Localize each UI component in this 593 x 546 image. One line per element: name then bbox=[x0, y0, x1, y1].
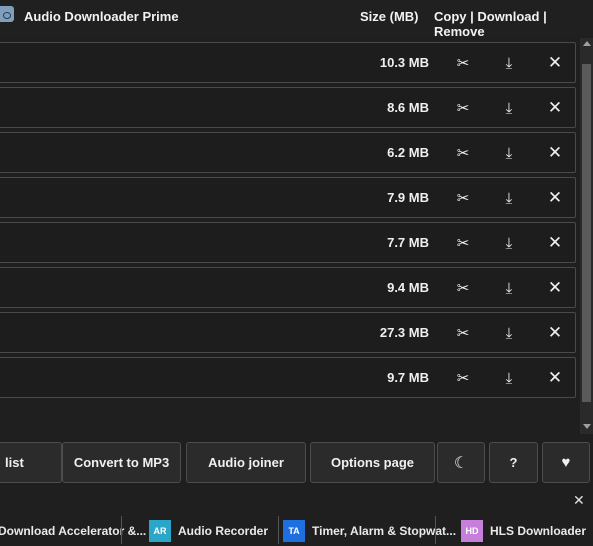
scissors-icon[interactable]: ✂ bbox=[449, 321, 477, 345]
scissors-icon[interactable]: ✂ bbox=[449, 186, 477, 210]
close-icon[interactable]: ✕ bbox=[541, 186, 569, 210]
scissors-icon[interactable]: ✂ bbox=[449, 231, 477, 255]
download-icon[interactable]: ⤓ bbox=[495, 366, 523, 390]
file-size: 7.7 MB bbox=[387, 235, 429, 250]
close-icon[interactable]: ✕ bbox=[541, 141, 569, 165]
promo-label: Audio Recorder bbox=[178, 523, 269, 538]
promo-item[interactable]: HD HLS Downloader bbox=[461, 515, 586, 546]
close-icon[interactable]: ✕ bbox=[541, 366, 569, 390]
timer-alarm-icon: TA bbox=[283, 519, 305, 542]
file-size: 9.4 MB bbox=[387, 280, 429, 295]
scissors-icon[interactable]: ✂ bbox=[449, 96, 477, 120]
download-icon[interactable]: ⤓ bbox=[495, 321, 523, 345]
close-icon[interactable]: ✕ bbox=[541, 276, 569, 300]
promo-item[interactable]: Download Accelerator &... bbox=[0, 515, 146, 546]
file-size: 8.6 MB bbox=[387, 100, 429, 115]
audio-recorder-icon: AR bbox=[149, 519, 171, 542]
scrollbar-thumb[interactable] bbox=[582, 64, 591, 402]
list-item: 6.2 MB ✂ ⤓ ✕ bbox=[0, 132, 576, 173]
list-item: 9.4 MB ✂ ⤓ ✕ bbox=[0, 267, 576, 308]
convert-to-mp3-button[interactable]: Convert to MP3 bbox=[62, 442, 181, 483]
promo-label: Download Accelerator &... bbox=[0, 523, 147, 538]
scissors-icon[interactable]: ✂ bbox=[449, 51, 477, 75]
scissors-icon[interactable]: ✂ bbox=[449, 366, 477, 390]
download-icon[interactable]: ⤓ bbox=[495, 141, 523, 165]
file-size: 9.7 MB bbox=[387, 370, 429, 385]
close-icon[interactable]: ✕ bbox=[573, 492, 585, 509]
heart-icon[interactable]: ♥ bbox=[542, 442, 590, 483]
close-icon[interactable]: ✕ bbox=[541, 51, 569, 75]
scroll-up-arrow-icon[interactable] bbox=[583, 41, 591, 46]
app-title: Audio Downloader Prime bbox=[24, 9, 179, 24]
list-item: 9.7 MB ✂ ⤓ ✕ bbox=[0, 357, 576, 398]
audio-joiner-button[interactable]: Audio joiner bbox=[186, 442, 306, 483]
download-icon[interactable]: ⤓ bbox=[495, 186, 523, 210]
list-item: 10.3 MB ✂ ⤓ ✕ bbox=[0, 42, 576, 83]
promo-item[interactable]: TA Timer, Alarm & Stopwat... bbox=[283, 515, 456, 546]
close-icon[interactable]: ✕ bbox=[541, 321, 569, 345]
download-icon[interactable]: ⤓ bbox=[495, 231, 523, 255]
close-icon[interactable]: ✕ bbox=[541, 231, 569, 255]
scroll-down-arrow-icon[interactable] bbox=[583, 424, 591, 429]
music-note-icon bbox=[0, 6, 14, 22]
download-icon[interactable]: ⤓ bbox=[495, 96, 523, 120]
download-icon[interactable]: ⤓ bbox=[495, 51, 523, 75]
list-item: 8.6 MB ✂ ⤓ ✕ bbox=[0, 87, 576, 128]
moon-icon[interactable]: ☾ bbox=[437, 442, 485, 483]
file-size: 7.9 MB bbox=[387, 190, 429, 205]
list-button[interactable]: list bbox=[0, 442, 62, 483]
file-size: 10.3 MB bbox=[379, 55, 429, 70]
hls-downloader-icon: HD bbox=[461, 519, 483, 542]
file-size: 27.3 MB bbox=[379, 325, 429, 340]
download-icon[interactable]: ⤓ bbox=[495, 276, 523, 300]
list-item: 7.9 MB ✂ ⤓ ✕ bbox=[0, 177, 576, 218]
divider bbox=[435, 516, 436, 544]
scissors-icon[interactable]: ✂ bbox=[449, 141, 477, 165]
scissors-icon[interactable]: ✂ bbox=[449, 276, 477, 300]
file-size: 6.2 MB bbox=[387, 145, 429, 160]
close-icon[interactable]: ✕ bbox=[541, 96, 569, 120]
list-item: 27.3 MB ✂ ⤓ ✕ bbox=[0, 312, 576, 353]
header-bar: Audio Downloader Prime Size (MB) Copy | … bbox=[0, 0, 593, 39]
promo-item[interactable]: AR Audio Recorder bbox=[149, 515, 268, 546]
divider bbox=[278, 516, 279, 544]
list-item: 7.7 MB ✂ ⤓ ✕ bbox=[0, 222, 576, 263]
actions-column-header: Copy | Download | Remove bbox=[434, 9, 547, 39]
options-page-button[interactable]: Options page bbox=[310, 442, 435, 483]
help-button[interactable]: ? bbox=[489, 442, 538, 483]
divider bbox=[121, 516, 122, 544]
size-column-header: Size (MB) bbox=[360, 9, 419, 24]
promo-label: HLS Downloader bbox=[490, 523, 587, 538]
audio-list: 10.3 MB ✂ ⤓ ✕ 8.6 MB ✂ ⤓ ✕ 6.2 MB ✂ ⤓ ✕ … bbox=[0, 38, 580, 434]
